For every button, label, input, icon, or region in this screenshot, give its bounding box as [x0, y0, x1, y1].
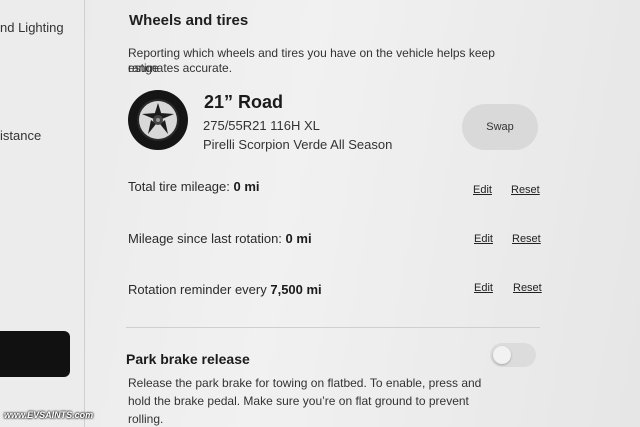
total-mileage-edit-link[interactable]: Edit: [473, 184, 492, 196]
total-mileage-value: 0 mi: [233, 179, 260, 194]
tire-name: 21” Road: [204, 92, 284, 112]
total-mileage-label: Total tire mileage:: [128, 179, 230, 194]
rotation-mileage-label: Mileage since last rotation:: [128, 231, 282, 246]
total-mileage-row: Total tire mileage: 0 mi: [128, 179, 260, 194]
rotation-mileage-reset-link[interactable]: Reset: [512, 233, 541, 245]
park-brake-desc-line3: rolling.: [128, 412, 164, 426]
section-description-line2: estimates accurate.: [128, 61, 233, 75]
rotation-mileage-row: Mileage since last rotation: 0 mi: [128, 231, 312, 246]
park-brake-desc-line1: Release the park brake for towing on fla…: [128, 376, 482, 390]
park-brake-toggle[interactable]: [490, 343, 536, 367]
rotation-reminder-value: 7,500 mi: [270, 282, 322, 297]
park-brake-title: Park brake release: [126, 351, 250, 367]
watermark: www.EVSAINTS.com: [4, 410, 94, 420]
tire-model: Pirelli Scorpion Verde All Season: [203, 137, 393, 152]
section-divider: [126, 327, 540, 328]
rotation-reminder-edit-link[interactable]: Edit: [474, 282, 493, 294]
total-mileage-reset-link[interactable]: Reset: [511, 184, 540, 196]
rotation-mileage-edit-link[interactable]: Edit: [474, 233, 493, 245]
wheels-and-tires-panel: Wheels and tires Reporting which wheels …: [0, 0, 640, 427]
tire-size: 275/55R21 116H XL: [203, 118, 320, 133]
toggle-knob: [493, 346, 511, 364]
rotation-mileage-value: 0 mi: [285, 231, 312, 246]
rotation-reminder-row: Rotation reminder every 7,500 mi: [128, 282, 322, 297]
park-brake-desc-line2: hold the brake pedal. Make sure you’re o…: [128, 394, 469, 408]
section-title: Wheels and tires: [129, 12, 249, 29]
rotation-reminder-reset-link[interactable]: Reset: [513, 282, 542, 294]
swap-button[interactable]: Swap: [462, 104, 538, 150]
wheel-icon: [128, 90, 188, 150]
rotation-reminder-label: Rotation reminder every: [128, 282, 267, 297]
